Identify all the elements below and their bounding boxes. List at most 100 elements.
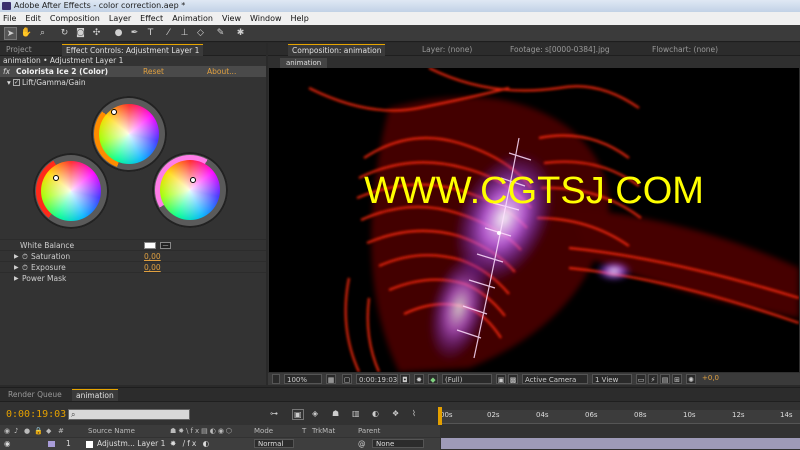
roto-brush-tool-icon[interactable]: ✎ — [214, 27, 227, 40]
transparency-grid-icon[interactable]: ▩ — [508, 374, 518, 384]
always-preview-icon[interactable] — [272, 374, 280, 384]
eye-icon[interactable]: ◉ — [4, 438, 11, 450]
label-color-swatch[interactable] — [48, 441, 55, 447]
parent-header[interactable]: Parent — [358, 425, 380, 437]
menu-composition[interactable]: Composition — [50, 12, 100, 25]
menu-effect[interactable]: Effect — [140, 12, 163, 25]
motion-blur-icon[interactable]: ◐ — [372, 409, 379, 418]
lift-handle[interactable] — [53, 175, 59, 181]
lift-color-wheel[interactable] — [33, 153, 109, 229]
reset-exposure-icon[interactable]: ✺ — [686, 374, 696, 384]
exposure-row[interactable]: ▶ ⏱ Exposure 0,00 — [0, 261, 266, 272]
layer-switches[interactable]: ✸ /fx ◐ — [170, 438, 211, 450]
menu-help[interactable]: Help — [291, 12, 309, 25]
timeline-timecode[interactable]: 0:00:19:03 — [6, 409, 66, 420]
lock-switch-icon[interactable]: 🔒 — [34, 425, 43, 437]
menu-animation[interactable]: Animation — [172, 12, 213, 25]
source-name-header[interactable]: Source Name — [88, 425, 135, 437]
power-mask-row[interactable]: ▶ Power Mask — [0, 272, 266, 283]
toggle-pixel-aspect-icon[interactable]: ▭ — [636, 374, 646, 384]
gamma-color-wheel[interactable] — [91, 96, 167, 172]
zoom-tool-icon[interactable]: ⌕ — [36, 27, 49, 40]
menu-file[interactable]: File — [3, 12, 16, 25]
white-balance-swatch[interactable] — [144, 242, 156, 249]
reset-link[interactable]: Reset — [143, 66, 164, 77]
comp-mini-flowchart-icon[interactable]: ⊶ — [270, 409, 278, 418]
pen-tool-icon[interactable]: ✒ — [128, 27, 141, 40]
region-icon[interactable]: ▢ — [342, 374, 352, 384]
layer-duration-bar[interactable] — [441, 438, 800, 449]
menu-window[interactable]: Window — [250, 12, 282, 25]
comp-viewer[interactable]: WWW.CGTSJ.COM — [269, 68, 799, 372]
menu-layer[interactable]: Layer — [109, 12, 131, 25]
solo-switch-icon[interactable]: ● — [24, 425, 30, 437]
gain-handle[interactable] — [190, 177, 196, 183]
live-update-icon[interactable]: ▣ — [292, 409, 304, 420]
expand-arrow-icon[interactable]: ▶ — [14, 273, 19, 284]
resolution-select[interactable]: (Full) — [442, 374, 492, 384]
view-layout-select[interactable]: 1 View — [592, 374, 632, 384]
about-link[interactable]: About... — [207, 66, 236, 77]
draft-3d-icon[interactable]: ◈ — [312, 409, 318, 418]
camera-select[interactable]: Active Camera — [522, 374, 588, 384]
gamma-handle[interactable] — [111, 109, 117, 115]
gain-color-wheel[interactable] — [152, 152, 228, 228]
menu-view[interactable]: View — [222, 12, 241, 25]
lift-hue-face[interactable] — [41, 161, 101, 221]
selection-tool-icon[interactable]: ➤ — [4, 27, 17, 40]
tab-composition[interactable]: Composition: animation — [288, 44, 386, 56]
checkbox-icon[interactable]: ✓ — [13, 79, 20, 86]
trkmat-header[interactable]: TrkMat — [312, 425, 335, 437]
eraser-tool-icon[interactable]: ◇ — [194, 27, 207, 40]
roi-icon[interactable]: ▣ — [496, 374, 506, 384]
tab-project[interactable]: Project — [2, 44, 36, 56]
timeline-search-input[interactable]: ⌕ — [68, 409, 190, 420]
fast-preview-icon[interactable]: ⚡ — [648, 374, 658, 384]
layer-row[interactable]: ◉ 1 Adjustm... Layer 1 ✸ /fx ◐ Normal No… — [0, 438, 440, 450]
camera-tool-icon[interactable]: ◙ — [74, 27, 87, 40]
eyedropper-icon[interactable]: — — [160, 242, 171, 249]
flowchart-icon[interactable]: ⊞ — [672, 374, 682, 384]
brainstorm-icon[interactable]: ❖ — [392, 409, 399, 418]
mode-select[interactable]: Normal — [254, 439, 294, 448]
work-area-start-handle[interactable] — [438, 407, 442, 425]
expand-triangle-icon[interactable]: ▾ — [7, 77, 11, 88]
time-ruler[interactable]: 00s 02s 04s 06s 08s 10s 12s 14s — [438, 407, 800, 425]
hide-shy-icon[interactable]: ☗ — [332, 409, 339, 418]
text-tool-icon[interactable]: T — [144, 27, 157, 40]
tab-footage[interactable]: Footage: s[0000-0384].jpg — [506, 44, 614, 56]
fx-icon[interactable]: fx — [3, 66, 10, 77]
menu-edit[interactable]: Edit — [25, 12, 41, 25]
saturation-row[interactable]: ▶ ⏱ Saturation 0,00 — [0, 250, 266, 261]
rotate-tool-icon[interactable]: ↻ — [58, 27, 71, 40]
pan-behind-tool-icon[interactable]: ✣ — [90, 27, 103, 40]
graph-editor-icon[interactable]: ⌇ — [412, 409, 416, 418]
shape-tool-icon[interactable]: ● — [112, 27, 125, 40]
lift-gamma-gain-group[interactable]: ▾ ✓ Lift/Gamma/Gain — [0, 77, 266, 88]
white-balance-row[interactable]: White Balance — — [0, 239, 266, 250]
timeline-icon[interactable]: ▤ — [660, 374, 670, 384]
puppet-tool-icon[interactable]: ✱ — [234, 27, 247, 40]
brush-tool-icon[interactable]: ⁄ — [162, 27, 175, 40]
mode-header[interactable]: Mode — [254, 425, 273, 437]
show-snapshot-icon[interactable]: ✸ — [414, 374, 424, 384]
effect-header-row[interactable]: fx Colorista Ice 2 (Color) Reset About..… — [0, 66, 266, 77]
tab-layer[interactable]: Layer: (none) — [418, 44, 476, 56]
parent-select[interactable]: None — [372, 439, 424, 448]
gain-hue-face[interactable] — [160, 160, 220, 220]
gamma-hue-face[interactable] — [99, 104, 159, 164]
pickwhip-icon[interactable]: @ — [358, 438, 366, 450]
current-time-field[interactable]: 0:00:19:03 — [356, 374, 398, 384]
tab-flowchart[interactable]: Flowchart: (none) — [648, 44, 722, 56]
tab-animation[interactable]: animation — [72, 389, 118, 401]
hand-tool-icon[interactable]: ✋ — [20, 27, 33, 40]
layer-name[interactable]: Adjustm... Layer 1 — [97, 438, 165, 450]
frame-blending-icon[interactable]: ▥ — [352, 409, 360, 418]
safe-zones-icon[interactable]: ▦ — [326, 374, 336, 384]
tab-render-queue[interactable]: Render Queue — [4, 389, 66, 401]
tab-effect-controls[interactable]: Effect Controls: Adjustment Layer 1 — [62, 44, 204, 56]
snapshot-icon[interactable]: ◘ — [400, 374, 410, 384]
audio-switch-icon[interactable]: ♪ — [14, 425, 18, 437]
clone-stamp-tool-icon[interactable]: ⊥ — [178, 27, 191, 40]
channel-icon[interactable]: ◆ — [428, 374, 438, 384]
